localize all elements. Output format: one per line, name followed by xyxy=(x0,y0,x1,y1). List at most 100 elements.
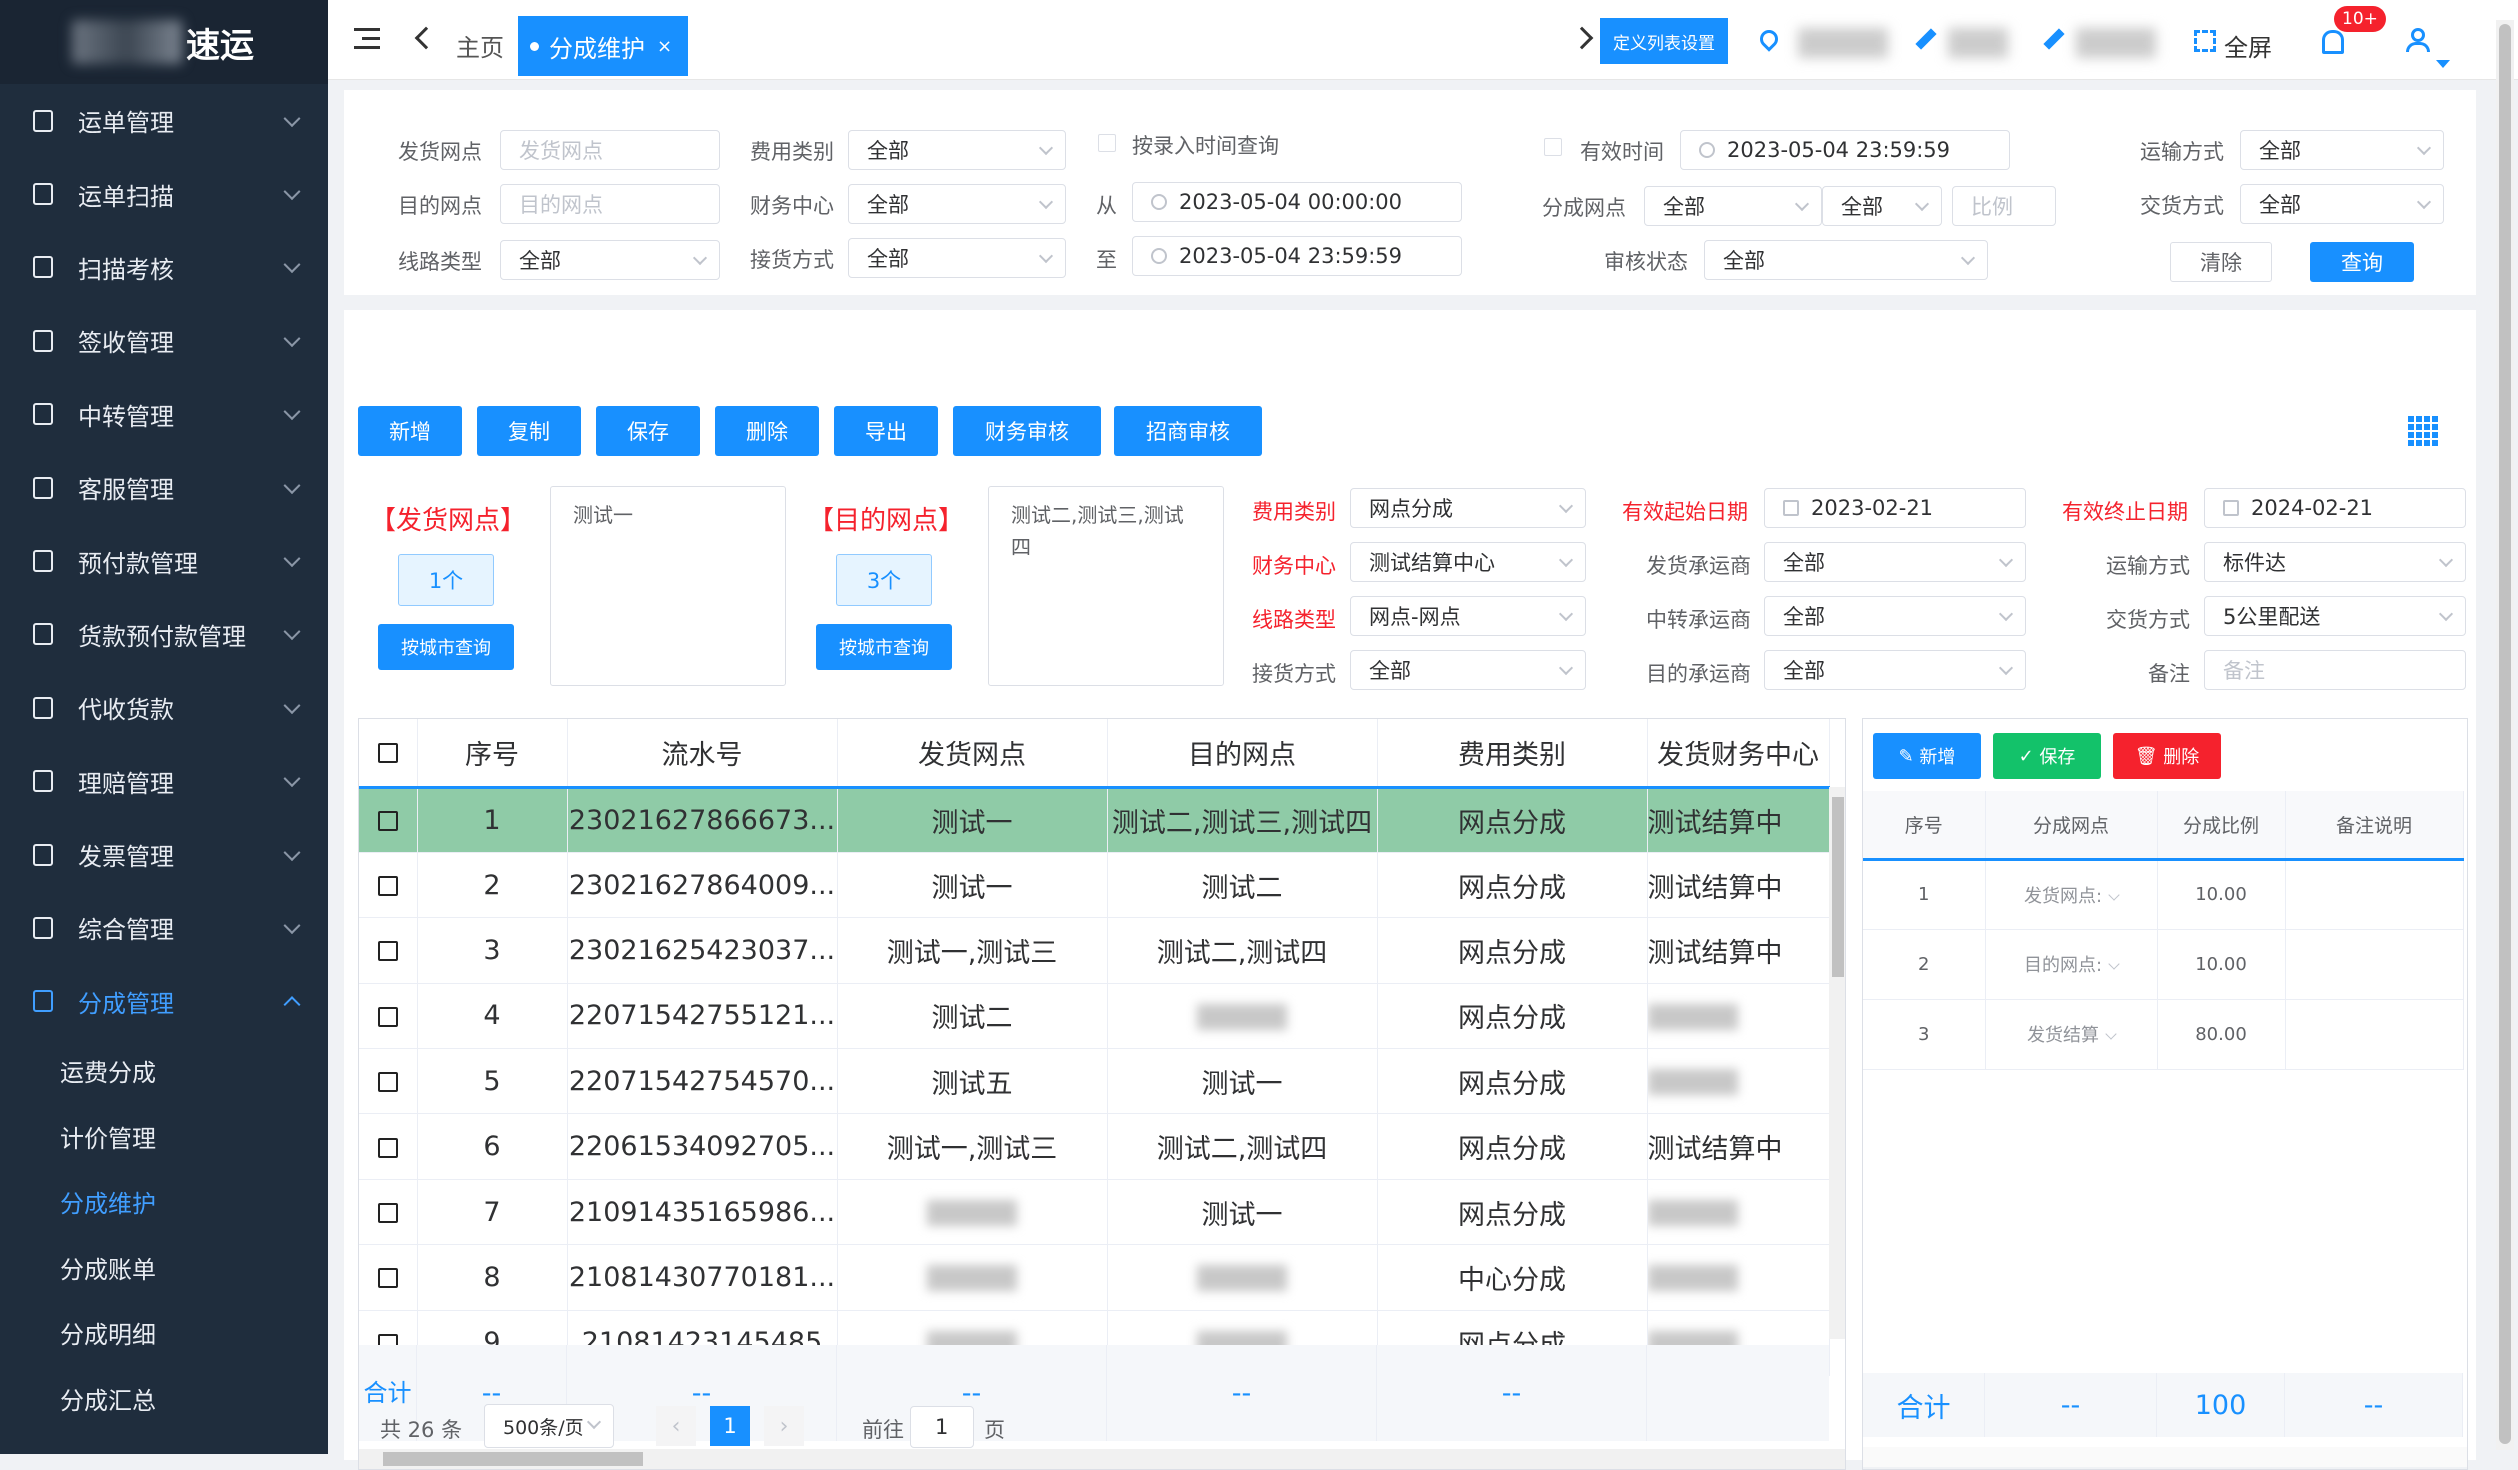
start-date-input[interactable]: 2023-02-21 xyxy=(1764,488,2026,528)
share-row[interactable]: 2 目的网点: 10.00 xyxy=(1863,929,2464,1000)
sidebar-item[interactable]: 代收货款 xyxy=(0,671,328,744)
tab-close-icon[interactable]: × xyxy=(657,36,672,57)
row-checkbox[interactable] xyxy=(359,1113,418,1180)
edit-delivery-select[interactable]: 5公里配送 xyxy=(2204,596,2466,636)
edit-line-type-select[interactable]: 网点-网点 xyxy=(1350,596,1586,636)
fee-type-select[interactable]: 全部 xyxy=(848,130,1066,170)
sidebar-item[interactable]: 预付款管理 xyxy=(0,524,328,597)
from-datetime[interactable]: 2023-05-04 00:00:00 xyxy=(1132,182,1462,222)
audit-select[interactable]: 全部 xyxy=(1704,240,1988,280)
delete-button[interactable]: 删除 xyxy=(715,406,819,456)
pager-current[interactable]: 1 xyxy=(710,1406,750,1446)
sidebar-subitem[interactable]: 分成账单 xyxy=(0,1234,328,1301)
transport-select[interactable]: 全部 xyxy=(2240,130,2444,170)
row-checkbox[interactable] xyxy=(359,917,418,984)
tab-home[interactable]: 主页 xyxy=(456,28,504,63)
sidebar-item[interactable]: 运单管理 xyxy=(0,84,328,157)
add-button[interactable]: 新增 xyxy=(358,406,462,456)
grid-header[interactable]: 流水号 xyxy=(567,719,838,789)
pager-goto-input[interactable]: 1 xyxy=(910,1406,974,1448)
send-point-input[interactable]: 发货网点 xyxy=(500,130,720,170)
sidebar-item[interactable]: 客服管理 xyxy=(0,451,328,524)
edit-fee-type-select[interactable]: 网点分成 xyxy=(1350,488,1586,528)
sidebar-subitem[interactable]: 运费分成 xyxy=(0,1038,328,1104)
dest-point-textarea[interactable]: 测试二,测试三,测试四 xyxy=(988,486,1224,686)
dest-count-button[interactable]: 3个 xyxy=(836,554,932,606)
share-row[interactable]: 1 发货网点: 10.00 xyxy=(1863,859,2464,930)
remark-input[interactable]: 备注 xyxy=(2204,650,2466,690)
edit-icon-2[interactable] xyxy=(2043,28,2065,50)
send-count-button[interactable]: 1个 xyxy=(398,554,494,606)
transfer-carrier-select[interactable]: 全部 xyxy=(1764,596,2026,636)
grid-header[interactable]: 序号 xyxy=(417,719,568,789)
row-checkbox[interactable] xyxy=(359,1048,418,1115)
grid-header[interactable]: 发货网点 xyxy=(837,719,1108,789)
table-row[interactable]: 2 23021627864009... 测试一 测试二 网点分成 测试结算中 xyxy=(359,852,1830,919)
send-city-button[interactable]: 按城市查询 xyxy=(378,624,514,670)
row-checkbox[interactable] xyxy=(359,1179,418,1246)
dest-carrier-select[interactable]: 全部 xyxy=(1764,650,2026,690)
dest-city-button[interactable]: 按城市查询 xyxy=(816,624,952,670)
table-row[interactable]: 3 23021625423037... 测试一,测试三 测试二,测试四 网点分成 测试结算… xyxy=(359,917,1830,984)
merchant-audit-button[interactable]: 招商审核 xyxy=(1114,406,1262,456)
sidebar-subitem[interactable]: 分成明细 xyxy=(0,1300,328,1366)
user-caret-icon[interactable] xyxy=(2436,60,2450,68)
row-checkbox[interactable] xyxy=(359,1244,418,1311)
sidebar-subitem[interactable]: 计价管理 xyxy=(0,1103,328,1170)
finance-select[interactable]: 全部 xyxy=(848,184,1066,224)
share-save-button[interactable]: ✓ 保存 xyxy=(1993,733,2101,779)
edit-finance-select[interactable]: 测试结算中心 xyxy=(1350,542,1586,582)
sidebar-subitem[interactable]: 分成维护 xyxy=(0,1169,328,1235)
grid-header[interactable]: 费用类别 xyxy=(1377,719,1648,789)
tab-active[interactable]: 分成维护 × xyxy=(518,16,688,76)
share-row[interactable]: 3 发货结算 80.00 xyxy=(1863,999,2464,1070)
table-row[interactable]: 1 23021627866673... 测试一 测试二,测试三,测试四 网点分成 测试结算… xyxy=(359,787,1830,853)
edit-transport-select[interactable]: 标件达 xyxy=(2204,542,2466,582)
dest-point-input[interactable]: 目的网点 xyxy=(500,184,720,224)
share-cell[interactable]: 发货结算 xyxy=(1985,999,2158,1070)
receive-select[interactable]: 全部 xyxy=(848,238,1066,278)
row-checkbox[interactable] xyxy=(359,787,418,853)
query-button[interactable]: 查询 xyxy=(2310,242,2414,282)
sidebar-subitem[interactable]: 分成汇总 xyxy=(0,1365,328,1432)
clear-button[interactable]: 清除 xyxy=(2170,242,2272,282)
valid-time-checkbox[interactable] xyxy=(1544,138,1562,156)
grid-header[interactable]: 发货财务中心 xyxy=(1647,719,1830,789)
send-carrier-select[interactable]: 全部 xyxy=(1764,542,2026,582)
share-point-select-2[interactable]: 全部 xyxy=(1822,186,1942,226)
delivery-select[interactable]: 全部 xyxy=(2240,184,2444,224)
sidebar-item[interactable]: 发票管理 xyxy=(0,818,328,891)
sidebar-item[interactable]: 综合管理 xyxy=(0,891,328,964)
sidebar-item[interactable]: 货款预付款管理 xyxy=(0,598,328,671)
finance-audit-button[interactable]: 财务审核 xyxy=(953,406,1101,456)
user-icon[interactable] xyxy=(2406,28,2430,54)
table-row[interactable]: 8 21081430770181... 中心分成 xyxy=(359,1244,1830,1311)
location-icon[interactable] xyxy=(1756,26,1782,52)
edit-icon[interactable] xyxy=(1915,28,1937,50)
edit-receive-select[interactable]: 全部 xyxy=(1350,650,1586,690)
sidebar-item[interactable]: 分成管理 xyxy=(0,965,328,1038)
sidebar-item[interactable]: 扫描考核 xyxy=(0,231,328,304)
grid-h-scrollbar[interactable] xyxy=(359,1449,1845,1469)
ratio-input[interactable]: 比例 xyxy=(1952,186,2056,226)
table-row[interactable]: 5 22071542754570... 测试五 测试一 网点分成 xyxy=(359,1048,1830,1115)
table-row[interactable]: 4 22071542755121... 测试二 网点分成 xyxy=(359,983,1830,1050)
sidebar-item[interactable]: 运单扫描 xyxy=(0,157,328,230)
fullscreen-icon[interactable] xyxy=(2194,30,2216,52)
share-cell[interactable]: 发货网点: xyxy=(1985,859,2158,930)
to-datetime[interactable]: 2023-05-04 23:59:59 xyxy=(1132,236,1462,276)
pager-next-button[interactable]: › xyxy=(764,1406,804,1446)
save-button[interactable]: 保存 xyxy=(596,406,700,456)
share-add-button[interactable]: ✎ 新增 xyxy=(1873,733,1981,779)
apps-grid-icon[interactable] xyxy=(2408,416,2438,446)
fullscreen-label[interactable]: 全屏 xyxy=(2224,28,2272,63)
export-button[interactable]: 导出 xyxy=(834,406,938,456)
table-row[interactable]: 7 21091435165986... 测试一 网点分成 xyxy=(359,1179,1830,1246)
table-row[interactable]: 6 22061534092705... 测试一,测试三 测试二,测试四 网点分成 测试结算… xyxy=(359,1113,1830,1180)
share-cell[interactable]: 目的网点: xyxy=(1985,929,2158,1000)
sidebar-item[interactable]: 中转管理 xyxy=(0,378,328,451)
by-time-checkbox[interactable] xyxy=(1098,134,1116,152)
row-checkbox[interactable] xyxy=(359,852,418,919)
grid-v-scrollbar[interactable] xyxy=(1829,787,1845,1339)
copy-button[interactable]: 复制 xyxy=(477,406,581,456)
